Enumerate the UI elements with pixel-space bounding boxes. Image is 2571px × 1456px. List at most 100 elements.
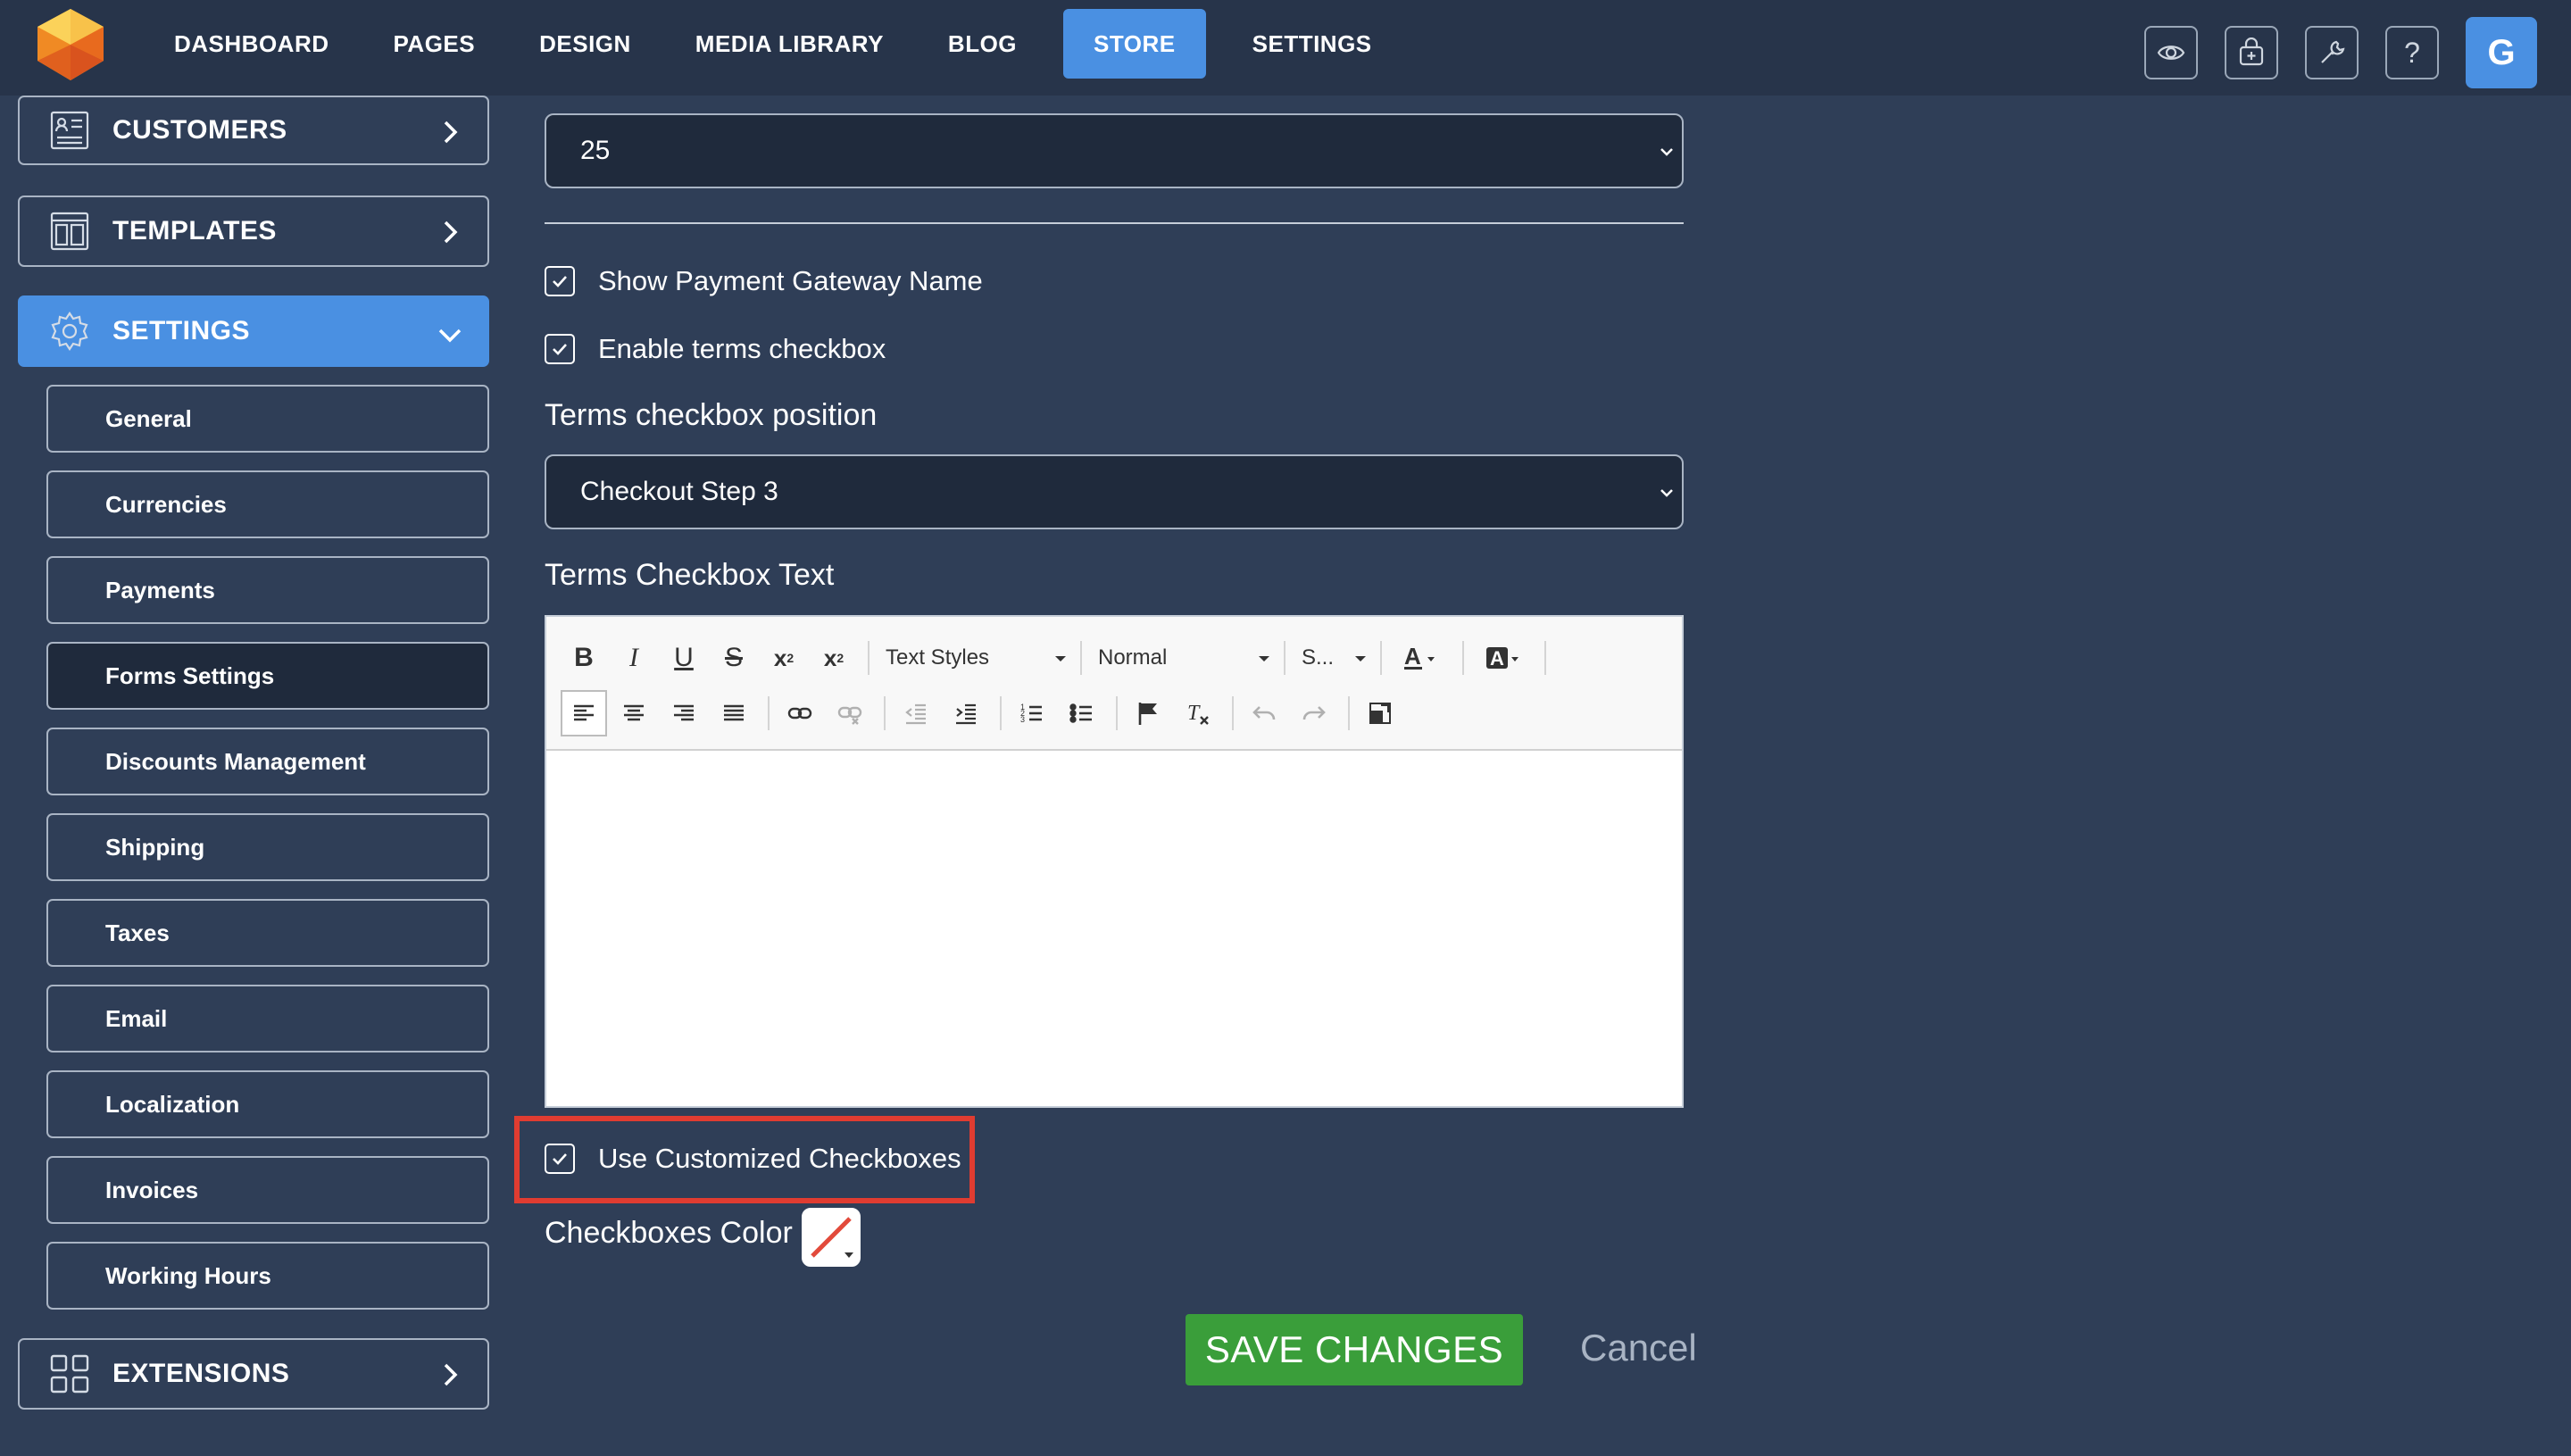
store-button[interactable] — [2225, 26, 2278, 79]
chevron-right-icon — [444, 121, 458, 144]
sidebar-item-taxes[interactable]: Taxes — [46, 899, 489, 967]
items-per-page-select[interactable]: 25 — [545, 113, 1684, 188]
dropdown-arrow-icon — [1055, 656, 1066, 661]
top-bar: DASHBOARD PAGES DESIGN MEDIA LIBRARY BLO… — [0, 0, 2571, 96]
sidebar-extensions[interactable]: EXTENSIONS — [18, 1338, 489, 1410]
extensions-icon — [50, 1354, 89, 1394]
nav-blog[interactable]: BLOG — [930, 9, 1035, 79]
align-right-icon[interactable] — [661, 690, 707, 736]
text-styles-label: Text Styles — [886, 645, 990, 670]
checkbox-checked[interactable] — [545, 1144, 575, 1174]
nav-settings[interactable]: SETTINGS — [1235, 9, 1390, 79]
font-size-dropdown[interactable]: S... — [1293, 635, 1373, 681]
checkbox-checked[interactable] — [545, 334, 575, 364]
checkmark-icon — [553, 1153, 567, 1165]
background-color-icon[interactable]: A — [1471, 635, 1534, 681]
svg-text:3: 3 — [1020, 715, 1025, 724]
bold-icon[interactable]: B — [561, 635, 607, 681]
sidebar-item-working-hours[interactable]: Working Hours — [46, 1242, 489, 1310]
text-color-icon[interactable]: A — [1389, 635, 1452, 681]
sidebar-extensions-label: EXTENSIONS — [112, 1359, 290, 1388]
sidebar-item-general[interactable]: General — [46, 385, 489, 453]
customers-icon — [50, 111, 89, 150]
sidebar-templates-label: TEMPLATES — [112, 216, 277, 245]
toolbar-separator — [1284, 641, 1286, 675]
sidebar-item-forms-settings[interactable]: Forms Settings — [46, 642, 489, 710]
anchor-flag-icon[interactable] — [1125, 690, 1171, 736]
main-nav: DASHBOARD PAGES DESIGN MEDIA LIBRARY BLO… — [156, 9, 1419, 79]
subscript-icon[interactable]: x2 — [761, 635, 807, 681]
format-dropdown[interactable]: Normal — [1089, 635, 1277, 681]
svg-text:A: A — [1404, 645, 1421, 670]
toolbar-separator — [1462, 641, 1464, 675]
strikethrough-icon[interactable]: S — [711, 635, 757, 681]
sidebar-item-localization[interactable]: Localization — [46, 1070, 489, 1138]
sidebar-settings-label: SETTINGS — [112, 316, 251, 345]
wrench-icon — [2321, 40, 2345, 63]
undo-icon[interactable] — [1241, 690, 1287, 736]
toolbar-separator — [1348, 696, 1350, 730]
sidebar-item-invoices[interactable]: Invoices — [46, 1156, 489, 1224]
show-gateway-checkbox[interactable]: Show Payment Gateway Name — [545, 265, 983, 297]
save-changes-button[interactable]: SAVE CHANGES — [1186, 1314, 1523, 1385]
sidebar-settings[interactable]: SETTINGS — [18, 295, 489, 367]
svg-text:T: T — [1187, 702, 1201, 725]
eye-icon — [2157, 46, 2185, 60]
unlink-icon[interactable] — [827, 690, 873, 736]
toolbar-separator — [1232, 696, 1234, 730]
remove-format-icon[interactable]: T — [1175, 690, 1221, 736]
app-logo[interactable] — [32, 7, 109, 82]
sidebar-item-email[interactable]: Email — [46, 985, 489, 1052]
color-picker-swatch[interactable] — [802, 1208, 861, 1267]
toolbar-separator — [1544, 641, 1546, 675]
toolbar-separator — [1116, 696, 1118, 730]
user-avatar[interactable]: G — [2466, 17, 2537, 88]
align-center-icon[interactable] — [611, 690, 657, 736]
enable-terms-checkbox[interactable]: Enable terms checkbox — [545, 333, 886, 365]
editor-toolbar: B I U S x2 x2 Text Styles Normal S... A … — [546, 617, 1682, 751]
sidebar-item-discounts-management[interactable]: Discounts Management — [46, 728, 489, 795]
maximize-icon[interactable] — [1357, 690, 1403, 736]
checkmark-icon — [553, 344, 567, 355]
editor-content-area[interactable] — [546, 751, 1682, 1106]
checkbox-checked[interactable] — [545, 266, 575, 296]
gear-icon — [51, 312, 88, 351]
italic-icon[interactable]: I — [611, 635, 657, 681]
help-button[interactable]: ? — [2385, 26, 2439, 79]
bulleted-list-icon[interactable] — [1059, 690, 1105, 736]
chevron-down-icon — [1660, 148, 1673, 156]
preview-button[interactable] — [2144, 26, 2198, 79]
text-styles-dropdown[interactable]: Text Styles — [877, 635, 1073, 681]
sidebar-item-payments[interactable]: Payments — [46, 556, 489, 624]
cancel-button[interactable]: Cancel — [1580, 1327, 1697, 1373]
nav-store[interactable]: STORE — [1063, 9, 1206, 79]
underline-icon[interactable]: U — [661, 635, 707, 681]
redo-icon[interactable] — [1291, 690, 1337, 736]
dropdown-arrow-icon — [1259, 656, 1269, 661]
indent-icon[interactable] — [943, 690, 989, 736]
terms-position-select[interactable]: Checkout Step 3 — [545, 454, 1684, 529]
numbered-list-icon[interactable]: 123 — [1009, 690, 1055, 736]
nav-media-library[interactable]: MEDIA LIBRARY — [678, 9, 902, 79]
sidebar-customers[interactable]: CUSTOMERS — [18, 96, 489, 165]
sidebar-item-currencies[interactable]: Currencies — [46, 470, 489, 538]
enable-terms-label: Enable terms checkbox — [598, 333, 886, 364]
custom-checkboxes-checkbox[interactable]: Use Customized Checkboxes — [545, 1143, 961, 1175]
nav-pages[interactable]: PAGES — [376, 9, 494, 79]
sidebar-customers-label: CUSTOMERS — [112, 115, 287, 145]
superscript-icon[interactable]: x2 — [811, 635, 857, 681]
toolbar-separator — [884, 696, 886, 730]
link-icon[interactable] — [777, 690, 823, 736]
tools-button[interactable] — [2305, 26, 2359, 79]
align-left-icon[interactable] — [561, 690, 607, 736]
sidebar-item-shipping[interactable]: Shipping — [46, 813, 489, 881]
align-justify-icon[interactable] — [711, 690, 757, 736]
dropdown-arrow-icon — [1355, 656, 1366, 661]
chevron-down-icon — [438, 329, 462, 343]
sidebar-templates[interactable]: TEMPLATES — [18, 196, 489, 267]
nav-design[interactable]: DESIGN — [521, 9, 649, 79]
shopping-bag-icon — [2239, 37, 2264, 66]
no-color-icon — [811, 1217, 853, 1258]
outdent-icon[interactable] — [893, 690, 939, 736]
nav-dashboard[interactable]: DASHBOARD — [156, 9, 347, 79]
